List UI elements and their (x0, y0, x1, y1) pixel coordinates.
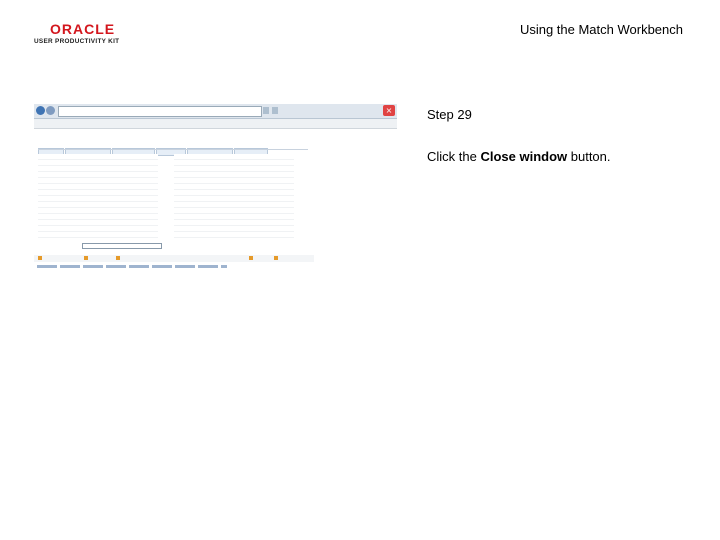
screenshot-footer-links (37, 265, 227, 268)
browser-toolbar: × (34, 104, 397, 119)
summary-fields-left (38, 154, 158, 242)
stop-icon (272, 107, 278, 114)
close-window-button[interactable]: × (383, 105, 395, 116)
screenshot-button-4[interactable] (249, 256, 275, 261)
document-title: Using the Match Workbench (519, 22, 683, 37)
screenshot-button-5[interactable] (274, 256, 310, 261)
step-number: Step 29 (427, 107, 472, 122)
application-screenshot: × (34, 104, 397, 272)
logo-upk-text: USER PRODUCTIVITY KIT (34, 38, 120, 45)
match-action-select[interactable] (82, 243, 162, 249)
summary-fields-right (174, 154, 294, 242)
back-icon (36, 106, 45, 115)
address-bar (58, 106, 262, 117)
screenshot-button-2[interactable] (84, 256, 116, 261)
instruction-suffix: button. (567, 149, 611, 164)
instruction-target: Close window (480, 149, 568, 164)
oracle-upk-logo: ORACLE USER PRODUCTIVITY KIT (34, 22, 134, 45)
page-tabs (38, 141, 269, 156)
logo-oracle-text: ORACLE (50, 21, 116, 37)
browser-tab-strip (34, 119, 397, 129)
instruction-prefix: Click the (427, 149, 481, 164)
refresh-icon (263, 107, 269, 114)
forward-icon (46, 106, 55, 115)
screenshot-button-1[interactable] (38, 256, 84, 261)
tab-divider (38, 149, 308, 150)
screenshot-button-3[interactable] (116, 256, 148, 261)
step-instruction: Click the Close window button. (427, 149, 611, 164)
